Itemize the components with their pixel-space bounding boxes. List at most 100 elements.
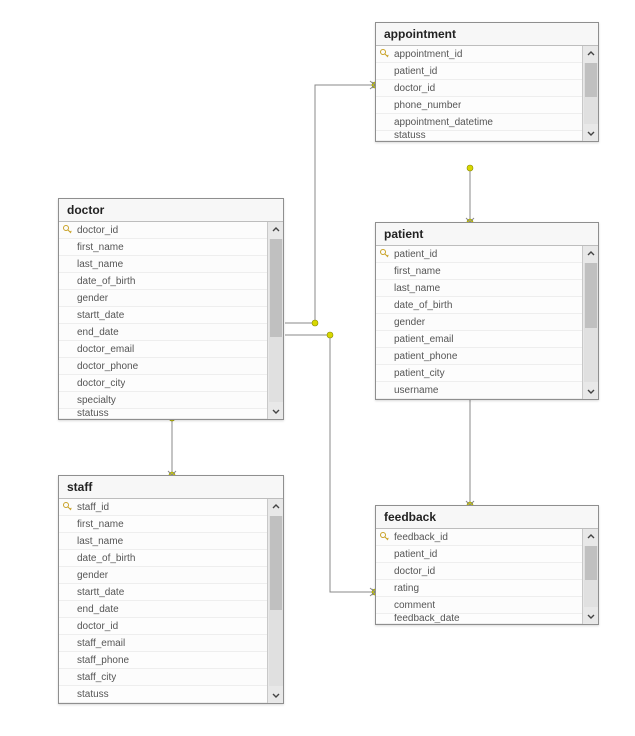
field-row[interactable]: first_name [59, 516, 267, 533]
key-icon [63, 225, 73, 235]
field-row[interactable]: gender [59, 290, 267, 307]
field-name: patient_phone [394, 351, 457, 362]
field-row[interactable]: last_name [59, 256, 267, 273]
field-row[interactable]: staff_phone [59, 652, 267, 669]
field-row[interactable]: doctor_city [59, 375, 267, 392]
field-name: doctor_email [77, 344, 134, 355]
field-row[interactable]: doctor_id [376, 563, 582, 580]
scrollbar[interactable] [267, 222, 283, 419]
field-row[interactable]: date_of_birth [59, 273, 267, 290]
field-row[interactable]: statuss [59, 686, 267, 703]
field-row[interactable]: phone_number [376, 97, 582, 114]
field-name: last_name [394, 283, 440, 294]
scroll-track[interactable] [584, 546, 598, 607]
field-name: doctor_id [77, 225, 118, 236]
field-row[interactable]: doctor_id [376, 80, 582, 97]
entity-title: feedback [376, 506, 598, 529]
field-row[interactable]: date_of_birth [59, 550, 267, 567]
field-row[interactable]: first_name [376, 263, 582, 280]
field-name: gender [77, 570, 108, 581]
field-row[interactable]: patient_city [376, 365, 582, 382]
field-name: doctor_id [77, 621, 118, 632]
field-row[interactable]: patient_email [376, 331, 582, 348]
field-row[interactable]: rating [376, 580, 582, 597]
field-row[interactable]: staff_city [59, 669, 267, 686]
entity-title: patient [376, 223, 598, 246]
scroll-down-icon[interactable] [269, 687, 283, 703]
field-name: phone_number [394, 100, 461, 111]
field-row[interactable]: date_of_birth [376, 297, 582, 314]
scroll-up-icon[interactable] [269, 499, 283, 515]
field-row[interactable]: patient_id [376, 63, 582, 80]
field-row[interactable]: username [376, 382, 582, 399]
field-row[interactable]: patient_id [376, 546, 582, 563]
entity-doctor[interactable]: doctor doctor_id first_name last_name da… [58, 198, 284, 420]
field-row[interactable]: doctor_email [59, 341, 267, 358]
scroll-up-icon[interactable] [584, 246, 598, 262]
field-row[interactable]: statuss [59, 409, 267, 419]
scrollbar[interactable] [582, 46, 598, 141]
field-row[interactable]: feedback_date [376, 614, 582, 624]
field-name: username [394, 385, 438, 396]
field-row[interactable]: staff_email [59, 635, 267, 652]
entity-patient[interactable]: patient patient_id first_name last_name … [375, 222, 599, 400]
field-row[interactable]: end_date [59, 601, 267, 618]
scrollbar[interactable] [582, 246, 598, 399]
entity-title: staff [59, 476, 283, 499]
scrollbar[interactable] [267, 499, 283, 703]
field-row[interactable]: appointment_datetime [376, 114, 582, 131]
field-row[interactable]: last_name [376, 280, 582, 297]
field-row[interactable]: doctor_phone [59, 358, 267, 375]
scroll-down-icon[interactable] [584, 608, 598, 624]
entity-feedback[interactable]: feedback feedback_id patient_id doctor_i… [375, 505, 599, 625]
scroll-down-icon[interactable] [584, 125, 598, 141]
field-row[interactable]: specialty [59, 392, 267, 409]
field-name: first_name [394, 266, 441, 277]
field-row[interactable]: gender [376, 314, 582, 331]
scroll-down-icon[interactable] [584, 383, 598, 399]
scroll-track[interactable] [269, 239, 283, 402]
scroll-track[interactable] [584, 263, 598, 382]
field-row[interactable]: last_name [59, 533, 267, 550]
field-row[interactable]: patient_id [376, 246, 582, 263]
key-icon [380, 532, 390, 542]
field-row[interactable]: appointment_id [376, 46, 582, 63]
field-row[interactable]: first_name [59, 239, 267, 256]
scroll-track[interactable] [269, 516, 283, 686]
field-name: first_name [77, 242, 124, 253]
field-name: specialty [77, 395, 116, 406]
field-name: appointment_datetime [394, 117, 493, 128]
field-name: end_date [77, 604, 119, 615]
scroll-track[interactable] [584, 63, 598, 124]
field-name: patient_email [394, 334, 453, 345]
field-row[interactable]: comment [376, 597, 582, 614]
field-row[interactable]: doctor_id [59, 618, 267, 635]
field-name: appointment_id [394, 49, 462, 60]
entity-staff[interactable]: staff staff_id first_name last_name date… [58, 475, 284, 704]
field-row[interactable]: startt_date [59, 307, 267, 324]
field-row[interactable]: statuss [376, 131, 582, 141]
field-row[interactable]: end_date [59, 324, 267, 341]
key-icon [380, 249, 390, 259]
field-row[interactable]: feedback_id [376, 529, 582, 546]
field-row[interactable]: gender [59, 567, 267, 584]
field-name: doctor_phone [77, 361, 138, 372]
field-name: first_name [77, 519, 124, 530]
field-row[interactable]: doctor_id [59, 222, 267, 239]
field-row[interactable]: patient_phone [376, 348, 582, 365]
field-row[interactable]: startt_date [59, 584, 267, 601]
scroll-up-icon[interactable] [584, 529, 598, 545]
field-row[interactable]: staff_id [59, 499, 267, 516]
field-name: feedback_date [394, 614, 460, 624]
field-name: doctor_city [77, 378, 125, 389]
scroll-up-icon[interactable] [269, 222, 283, 238]
field-name: last_name [77, 536, 123, 547]
field-name: patient_city [394, 368, 445, 379]
key-icon [63, 502, 73, 512]
field-list-doctor: doctor_id first_name last_name date_of_b… [59, 222, 267, 419]
scrollbar[interactable] [582, 529, 598, 624]
scroll-up-icon[interactable] [584, 46, 598, 62]
scroll-down-icon[interactable] [269, 403, 283, 419]
field-name: rating [394, 583, 419, 594]
entity-appointment[interactable]: appointment appointment_id patient_id do… [375, 22, 599, 142]
